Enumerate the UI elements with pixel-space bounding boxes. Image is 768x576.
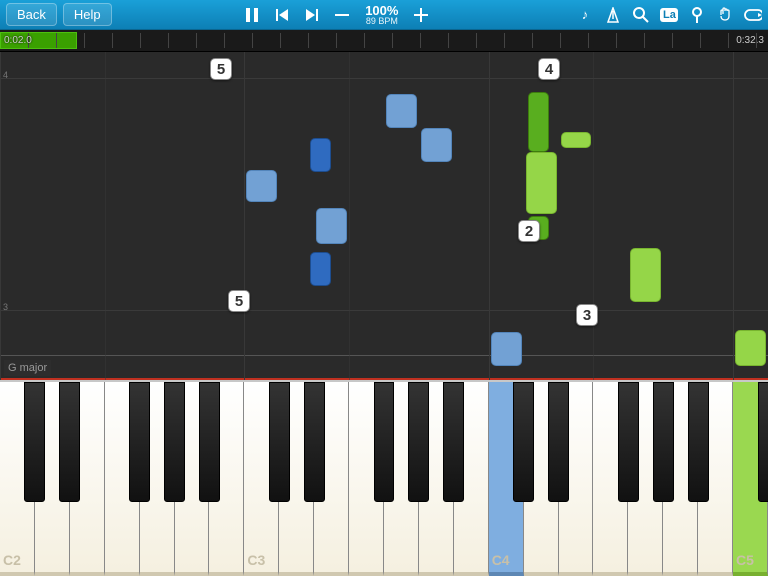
music-note-icon[interactable]: ♪ [576,6,594,24]
finger-number: 3 [576,304,598,326]
toolbar: Back Help 100% 89 BPM ♪ La [0,0,768,30]
black-key[interactable] [269,382,290,502]
help-button[interactable]: Help [63,3,112,26]
speed-pct: 100% [365,4,398,17]
black-key[interactable] [618,382,639,502]
black-key[interactable] [688,382,709,502]
falling-note [310,252,331,286]
falling-note [421,128,452,162]
note-fall-area: 4 3 G major 5 5 4 2 3 [0,52,768,380]
falling-note [386,94,417,128]
next-icon[interactable] [303,6,321,24]
falling-note [735,330,766,366]
finger-number: 2 [518,220,540,242]
loop-icon[interactable] [744,6,762,24]
octave-label: C3 [247,552,265,568]
black-key[interactable] [24,382,45,502]
bar-line [0,310,768,311]
black-key[interactable] [653,382,674,502]
key-line [0,355,768,356]
black-key[interactable] [758,382,768,502]
black-key[interactable] [408,382,429,502]
black-key[interactable] [548,382,569,502]
falling-note [491,332,522,366]
falling-note [528,92,549,152]
hand-icon[interactable] [716,6,734,24]
finger-number: 4 [538,58,560,80]
toolbar-right: ♪ La [576,6,762,24]
falling-note [561,132,592,148]
search-icon[interactable] [632,6,650,24]
black-key[interactable] [304,382,325,502]
falling-note [310,138,331,172]
piano-keyboard: C2 C3 C4 C5 [0,380,768,576]
plus-icon[interactable] [412,6,430,24]
speed-display[interactable]: 100% 89 BPM [365,4,398,26]
prev-icon[interactable] [273,6,291,24]
octave-label: C4 [492,552,510,568]
minus-icon[interactable] [333,6,351,24]
time-total: 0:32.3 [736,35,764,46]
metronome-icon[interactable] [604,6,622,24]
black-key[interactable] [129,382,150,502]
bookmark-icon[interactable] [688,6,706,24]
falling-note [246,170,277,202]
black-key[interactable] [443,382,464,502]
finger-number: 5 [210,58,232,80]
speed-bpm: 89 BPM [366,17,398,26]
octave-label: C5 [736,552,754,568]
finger-number: 5 [228,290,250,312]
black-key[interactable] [164,382,185,502]
key-signature: G major [4,360,51,376]
bar-number: 4 [3,70,8,80]
time-elapsed: 0:02.0 [4,35,32,46]
back-button[interactable]: Back [6,3,57,26]
pause-icon[interactable] [243,6,261,24]
black-key[interactable] [513,382,534,502]
octave-label: C2 [3,552,21,568]
bar-number: 3 [3,302,8,312]
falling-note [630,248,661,302]
black-key[interactable] [59,382,80,502]
transport-controls: 100% 89 BPM [243,4,430,26]
falling-note [526,152,557,214]
black-key[interactable] [199,382,220,502]
progress-bar[interactable]: 0:02.0 0:32.3 [0,30,768,52]
note-name-toggle[interactable]: La [660,8,678,22]
bar-line [0,78,768,79]
falling-note [316,208,347,244]
black-key[interactable] [374,382,395,502]
